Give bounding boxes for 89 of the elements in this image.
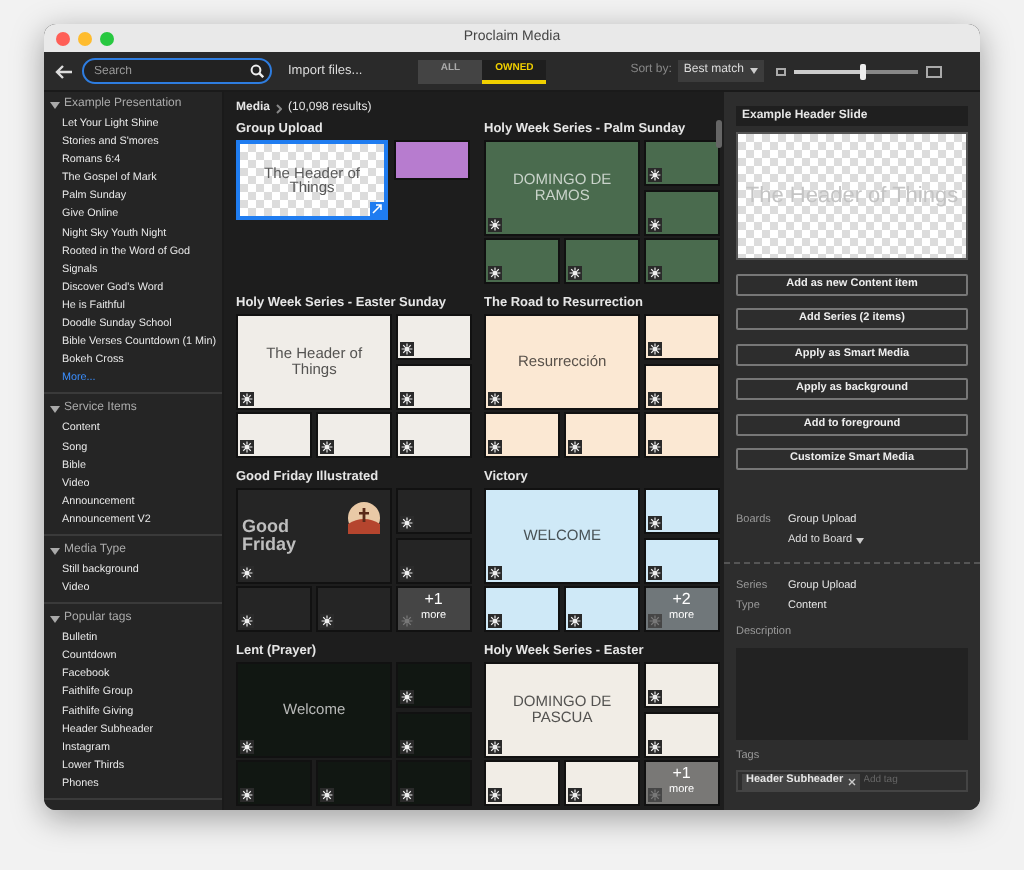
gear-icon [488,788,502,802]
media-thumbnail[interactable] [395,711,472,757]
gear-icon [647,391,662,405]
gear-icon [647,440,662,454]
media-thumbnail[interactable] [484,238,561,284]
gear-icon [488,739,502,753]
gear-icon [399,788,414,802]
media-thumbnail[interactable] [484,412,561,458]
media-thumbnail[interactable] [395,314,472,360]
gear-icon [399,739,414,753]
media-thumbnail[interactable] [315,586,393,632]
more-count: +1 [672,766,691,783]
media-thumbnail[interactable] [643,140,720,186]
gear-icon [647,516,662,530]
media-thumbnail[interactable] [395,662,472,708]
media-thumbnail[interactable] [643,189,720,235]
media-thumbnail[interactable] [643,488,720,534]
gear-icon [647,168,662,182]
gear-icon [647,342,662,356]
media-thumbnail[interactable] [563,760,641,806]
media-thumbnail[interactable] [236,586,313,632]
gear-icon [319,788,334,802]
media-thumbnail[interactable] [563,412,641,458]
media-thumbnail[interactable] [563,238,641,284]
media-thumbnail[interactable] [643,711,720,757]
expand-icon [370,202,384,216]
gear-icon [647,565,662,579]
slider-thumb[interactable] [859,63,866,79]
media-thumbnail[interactable] [395,537,472,583]
media-thumbnail[interactable] [563,586,641,632]
gear-icon [319,440,334,454]
gear-icon [647,739,662,753]
media-thumbnail[interactable] [236,760,313,806]
gear-icon [647,266,662,280]
media-thumbnail[interactable] [395,412,472,458]
more-count: +1 [424,592,443,609]
media-thumbnail[interactable] [643,412,720,458]
sun-cross-drawing [348,502,381,534]
caret-icon [749,68,758,74]
media-thumbnail[interactable] [236,412,313,458]
small-size-icon [775,67,786,75]
media-thumbnail[interactable] [643,314,720,360]
gear-icon [567,788,582,802]
media-thumbnail[interactable] [395,363,472,409]
gear-icon [240,440,254,454]
gear-icon [488,614,502,628]
chevron-icon [276,103,283,113]
gear-icon [240,739,254,753]
gear-icon [488,565,502,579]
media-thumbnail[interactable] [643,238,720,284]
gear-icon [488,391,502,405]
gear-icon [488,440,502,454]
gear-icon [399,516,414,530]
gear-icon [647,217,662,231]
gear-icon [567,440,582,454]
gear-icon [240,565,254,579]
gear-icon [647,690,662,704]
media-thumbnail[interactable]: Good Friday [236,488,393,583]
gear-icon [399,342,414,356]
media-thumbnail[interactable] [395,488,472,534]
media-thumbnail[interactable] [484,586,561,632]
back-icon[interactable] [54,63,74,79]
media-thumbnail[interactable] [643,537,720,583]
media-thumbnail[interactable] [394,140,470,180]
gear-icon [488,217,502,231]
search-icon [250,64,264,78]
gear-icon [488,266,502,280]
media-thumbnail[interactable] [395,760,472,806]
gear-icon [399,440,414,454]
media-thumbnail[interactable] [643,363,720,409]
gear-icon [240,614,254,628]
gear-icon [399,391,414,405]
gear-icon [567,614,582,628]
gear-icon [567,266,582,280]
slide-headline: Good Friday [240,517,299,554]
gear-icon [399,690,414,704]
large-size-icon [925,65,942,77]
scrollbar-thumb[interactable] [716,120,722,148]
media-thumbnail[interactable] [315,412,393,458]
caret-icon [856,537,865,543]
gear-icon [319,614,334,628]
media-thumbnail[interactable] [643,662,720,708]
media-thumbnail[interactable] [484,760,561,806]
gear-icon [399,565,414,579]
gear-icon [240,391,254,405]
gear-icon [240,788,254,802]
media-thumbnail[interactable] [315,760,393,806]
preview-headline: The Header of Things [743,185,961,207]
more-count: +2 [672,592,691,609]
